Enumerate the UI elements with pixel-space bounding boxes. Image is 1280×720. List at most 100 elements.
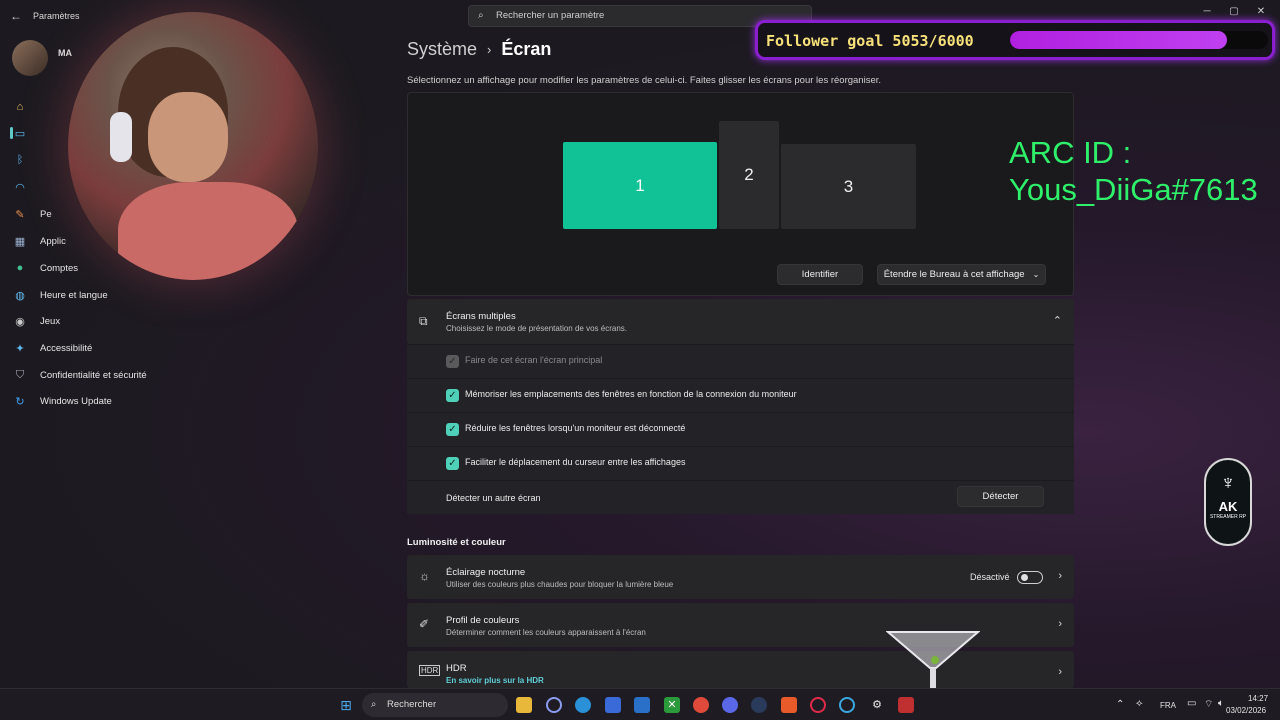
option-label: Mémoriser les emplacements des fenêtres … [465,389,797,399]
minimize-button[interactable]: ─ [1200,6,1214,17]
night-light-description: Utiliser des couleurs plus chaudes pour … [446,580,674,589]
steam-icon[interactable] [751,697,767,713]
sidebar-item-label: Windows Update [40,395,112,407]
breadcrumb-separator: › [487,42,492,57]
phoenix-icon: ♆ [1220,472,1236,494]
app-c-icon[interactable] [839,697,855,713]
network-icon: ◠ [15,181,25,194]
arc-id-overlay: ARC ID : Yous_DiiGa#7613 [1009,135,1258,207]
color-profile-description: Déterminer comment les couleurs apparais… [446,628,646,637]
logo-title: AK [1218,499,1238,514]
brave-icon[interactable] [781,697,797,713]
color-profile-title: Profil de couleurs [446,615,520,626]
taskbar-search-label: Rechercher [387,699,437,710]
option-label: Réduire les fenêtres lorsqu'un moniteur … [465,423,686,433]
chevron-right-icon[interactable]: › [1058,618,1062,630]
hdr-learn-more-link[interactable]: En savoir plus sur la HDR [446,676,544,685]
network-tray-icon[interactable]: ⌔ [1204,698,1213,711]
windows-start-icon[interactable]: ⊞ [338,697,354,713]
monitor-3[interactable]: 3 [781,144,916,229]
time-language-icon: ◍ [15,289,25,302]
sidebar-item-privacy[interactable]: ⛉ Confidentialité et sécurité [12,363,282,387]
sidebar-item-gaming[interactable]: ◉ Jeux [12,309,282,333]
sidebar-item-label: Comptes [40,262,79,274]
store-icon[interactable] [605,697,621,713]
app-title: Paramètres [33,11,80,21]
checkbox-ease-cursor[interactable]: ✓ [446,457,459,470]
clock-time[interactable]: 14:27 [1248,694,1268,703]
sidebar-item-accessibility[interactable]: ✦ Accessibilité [12,336,282,360]
volume-icon[interactable]: 🔈︎ [1218,698,1224,709]
app-red-icon[interactable] [898,697,914,713]
follower-goal-fill [1010,31,1228,49]
opera-icon[interactable] [810,697,826,713]
option-ease-cursor: ✓ Faciliter le déplacement du curseur en… [407,446,1074,480]
mail-icon[interactable] [634,697,650,713]
option-label: Faire de cet écran l'écran principal [465,355,603,365]
close-button[interactable]: ✕ [1254,6,1268,17]
headphones-icon [110,112,132,162]
chevron-right-icon[interactable]: › [1058,570,1062,582]
sidebar-item-windows-update[interactable]: ↻ Windows Update [12,389,282,413]
clock-date[interactable]: 03/02/2026 [1226,706,1266,715]
search-icon: ⌕ [478,10,484,21]
multiple-displays-title: Écrans multiples [446,311,516,322]
avatar[interactable] [12,40,48,76]
chevron-up-icon[interactable]: ⌃ [1053,314,1062,327]
sidebar-item-label: Confidentialité et sécurité [40,369,147,381]
profile-name: MA [58,48,72,58]
page-subtitle: Sélectionnez un affichage pour modifier … [407,75,882,86]
monitor-1[interactable]: 1 [563,142,717,229]
option-minimize-windows: ✓ Réduire les fenêtres lorsqu'un moniteu… [407,412,1074,446]
detect-button[interactable]: Détecter [957,486,1044,507]
monitor-2[interactable]: 2 [719,121,779,229]
breadcrumb-parent[interactable]: Système [407,39,477,60]
checkbox-remember-windows[interactable]: ✓ [446,389,459,402]
discord-icon[interactable] [722,697,738,713]
streamer-logo: ♆ AK STREAMER RP [1204,458,1252,546]
back-arrow-icon[interactable]: ← [10,10,22,22]
taskbar: ⊞ ⌕ Rechercher ✕ ⚙ ⌃ ⟡ FRA ▭ ⌔ 🔈︎ 14:27 … [0,688,1280,720]
home-icon: ⌂ [16,101,24,113]
chevron-down-icon: ⌄ [1032,270,1040,279]
edge-icon[interactable] [575,697,591,713]
multiple-displays-icon: ⧉ [419,314,428,328]
identify-button[interactable]: Identifier [777,264,863,285]
copilot-icon[interactable] [546,697,562,713]
taskbar-search[interactable]: ⌕ Rechercher [362,693,508,717]
settings-gear-icon[interactable]: ⚙ [869,697,885,713]
bluetooth-icon: ᛒ [16,154,24,166]
tray-chevron-up-icon[interactable]: ⌃ [1116,699,1124,710]
section-title-brightness: Luminosité et couleur [407,537,506,548]
search-placeholder: Rechercher un paramètre [496,10,605,21]
sidebar-item-time-language[interactable]: ◍ Heure et langue [12,283,282,307]
page-title: Écran [501,39,552,59]
checkbox-minimize-windows[interactable]: ✓ [446,423,459,436]
logo-subtitle: STREAMER RP [1209,514,1247,520]
chrome-icon[interactable] [693,697,709,713]
language-indicator[interactable]: FRA [1160,701,1176,710]
extend-desktop-label: Étendre le Bureau à cet affichage [883,269,1025,280]
pen-icon: ✐ [419,617,430,631]
brightness-icon: ☼ [419,569,430,583]
maximize-button[interactable]: ▢ [1227,6,1241,17]
update-icon: ↻ [15,395,25,408]
follower-goal-text: Follower goal 5053/6000 [766,32,974,50]
extend-desktop-dropdown[interactable]: Étendre le Bureau à cet affichage ⌄ [877,264,1046,285]
monitor-tray-icon[interactable]: ▭ [1187,698,1196,709]
option-main-display: ✓ Faire de cet écran l'écran principal [407,344,1074,378]
follower-goal-track [1010,31,1268,49]
option-label: Faciliter le déplacement du curseur entr… [465,457,686,467]
apps-icon: ▦ [14,235,26,248]
sidebar-item-label: Pe [40,208,52,220]
file-explorer-icon[interactable] [516,697,532,713]
tray-app-icon[interactable]: ⟡ [1136,698,1143,709]
night-light-card[interactable]: ☼ Éclairage nocturne Utiliser des couleu… [407,555,1074,599]
night-light-toggle[interactable] [1017,571,1043,584]
webcam-body-shape [118,182,298,280]
multiple-displays-card[interactable]: ⧉ Écrans multiples Choisissez le mode de… [407,299,1074,344]
chevron-right-icon[interactable]: › [1058,666,1062,678]
xbox-icon[interactable]: ✕ [664,697,680,713]
webcam-overlay [68,12,318,280]
search-icon: ⌕ [371,699,377,710]
